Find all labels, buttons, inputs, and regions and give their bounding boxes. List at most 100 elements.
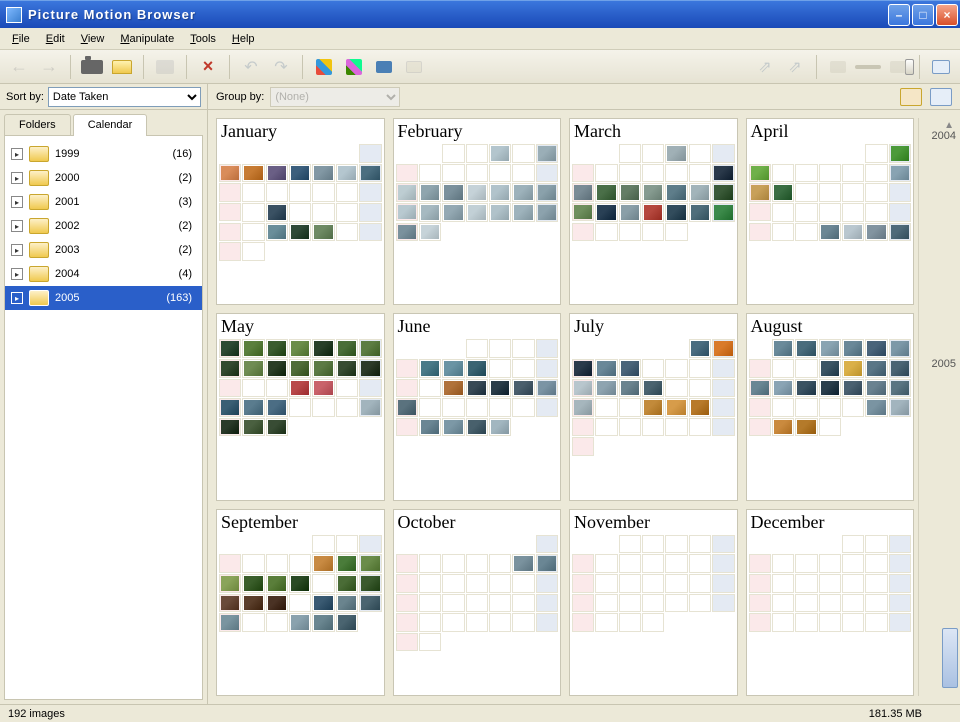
photo-thumb[interactable] (891, 381, 909, 396)
month-november[interactable]: November (569, 509, 738, 696)
calendar-day[interactable] (466, 203, 488, 222)
photo-thumb[interactable] (891, 146, 909, 161)
photo-thumb[interactable] (338, 556, 356, 571)
calendar-day[interactable] (536, 183, 558, 202)
photo-thumb[interactable] (867, 361, 885, 376)
photo-thumb[interactable] (538, 146, 556, 161)
calendar-day[interactable] (359, 339, 381, 358)
photo-thumb[interactable] (444, 205, 462, 220)
calendar-day[interactable] (865, 339, 887, 358)
calendar-day[interactable] (795, 418, 817, 437)
calendar-day[interactable] (889, 398, 911, 417)
calendar-day[interactable] (442, 359, 464, 378)
month-june[interactable]: June (393, 313, 562, 500)
photo-thumb[interactable] (621, 205, 639, 220)
close-button[interactable]: × (936, 4, 958, 26)
photo-thumb[interactable] (244, 400, 262, 415)
calendar-day[interactable] (359, 359, 381, 378)
photo-thumb[interactable] (361, 400, 379, 415)
calendar-day[interactable] (266, 418, 288, 437)
calendar-day[interactable] (242, 398, 264, 417)
calendar-day[interactable] (289, 339, 311, 358)
photo-thumb[interactable] (268, 361, 286, 376)
photo-thumb[interactable] (221, 576, 239, 591)
photo-thumb[interactable] (314, 361, 332, 376)
calendar-day[interactable] (266, 339, 288, 358)
month-february[interactable]: February (393, 118, 562, 305)
calendar-day[interactable] (466, 418, 488, 437)
photo-thumb[interactable] (421, 361, 439, 376)
calendar-day[interactable] (242, 164, 264, 183)
calendar-day[interactable] (749, 379, 771, 398)
photo-thumb[interactable] (338, 361, 356, 376)
photo-thumb[interactable] (821, 225, 839, 240)
photo-thumb[interactable] (514, 381, 532, 396)
toolbar-edit-button[interactable] (311, 54, 337, 80)
timeline-prev-year[interactable]: 2004 (932, 130, 956, 142)
photo-thumb[interactable] (268, 205, 286, 220)
photo-thumb[interactable] (821, 381, 839, 396)
photo-thumb[interactable] (844, 341, 862, 356)
photo-thumb[interactable] (538, 205, 556, 220)
calendar-day[interactable] (289, 223, 311, 242)
expand-icon[interactable]: ▸ (11, 196, 23, 208)
photo-thumb[interactable] (491, 146, 509, 161)
photo-thumb[interactable] (398, 185, 416, 200)
calendar-day[interactable] (819, 339, 841, 358)
calendar-day[interactable] (466, 379, 488, 398)
calendar-day[interactable] (442, 379, 464, 398)
calendar-day[interactable] (536, 554, 558, 573)
calendar-day[interactable] (619, 379, 641, 398)
photo-thumb[interactable] (291, 615, 309, 630)
month-may[interactable]: May (216, 313, 385, 500)
photo-thumb[interactable] (291, 576, 309, 591)
toolbar-slider-button[interactable] (855, 54, 881, 80)
photo-thumb[interactable] (444, 381, 462, 396)
photo-thumb[interactable] (291, 341, 309, 356)
calendar-day[interactable] (489, 418, 511, 437)
calendar-day[interactable] (266, 164, 288, 183)
calendar-day[interactable] (642, 398, 664, 417)
toolbar-slideshow-button[interactable] (371, 54, 397, 80)
calendar-day[interactable] (219, 594, 241, 613)
photo-thumb[interactable] (314, 341, 332, 356)
calendar-day[interactable] (359, 574, 381, 593)
view-thumbnails-button[interactable] (930, 88, 952, 106)
calendar-day[interactable] (536, 379, 558, 398)
calendar-day[interactable] (795, 379, 817, 398)
expand-icon[interactable]: ▸ (11, 268, 23, 280)
toolbar-import-camera-button[interactable] (79, 54, 105, 80)
photo-thumb[interactable] (751, 166, 769, 181)
photo-thumb[interactable] (891, 166, 909, 181)
calendar-day[interactable] (219, 574, 241, 593)
calendar-day[interactable] (312, 339, 334, 358)
calendar-day[interactable] (712, 203, 734, 222)
calendar-day[interactable] (266, 574, 288, 593)
calendar-day[interactable] (512, 183, 534, 202)
photo-thumb[interactable] (691, 341, 709, 356)
photo-thumb[interactable] (667, 400, 685, 415)
calendar-day[interactable] (619, 359, 641, 378)
photo-thumb[interactable] (268, 420, 286, 435)
tree-year-1999[interactable]: ▸1999(16) (5, 142, 202, 166)
calendar-day[interactable] (396, 223, 418, 242)
photo-thumb[interactable] (361, 361, 379, 376)
photo-thumb[interactable] (644, 400, 662, 415)
month-october[interactable]: October (393, 509, 562, 696)
photo-thumb[interactable] (891, 225, 909, 240)
calendar-day[interactable] (466, 359, 488, 378)
photo-thumb[interactable] (361, 596, 379, 611)
photo-thumb[interactable] (291, 166, 309, 181)
view-filmstrip-button[interactable] (900, 88, 922, 106)
photo-thumb[interactable] (338, 596, 356, 611)
calendar-day[interactable] (819, 359, 841, 378)
calendar-day[interactable] (266, 223, 288, 242)
calendar-day[interactable] (359, 594, 381, 613)
tree-year-2005[interactable]: ▸2005(163) (5, 286, 202, 310)
month-march[interactable]: March (569, 118, 738, 305)
photo-thumb[interactable] (291, 381, 309, 396)
calendar-day[interactable] (642, 203, 664, 222)
tree-year-2004[interactable]: ▸2004(4) (5, 262, 202, 286)
photo-thumb[interactable] (574, 381, 592, 396)
photo-thumb[interactable] (597, 185, 615, 200)
